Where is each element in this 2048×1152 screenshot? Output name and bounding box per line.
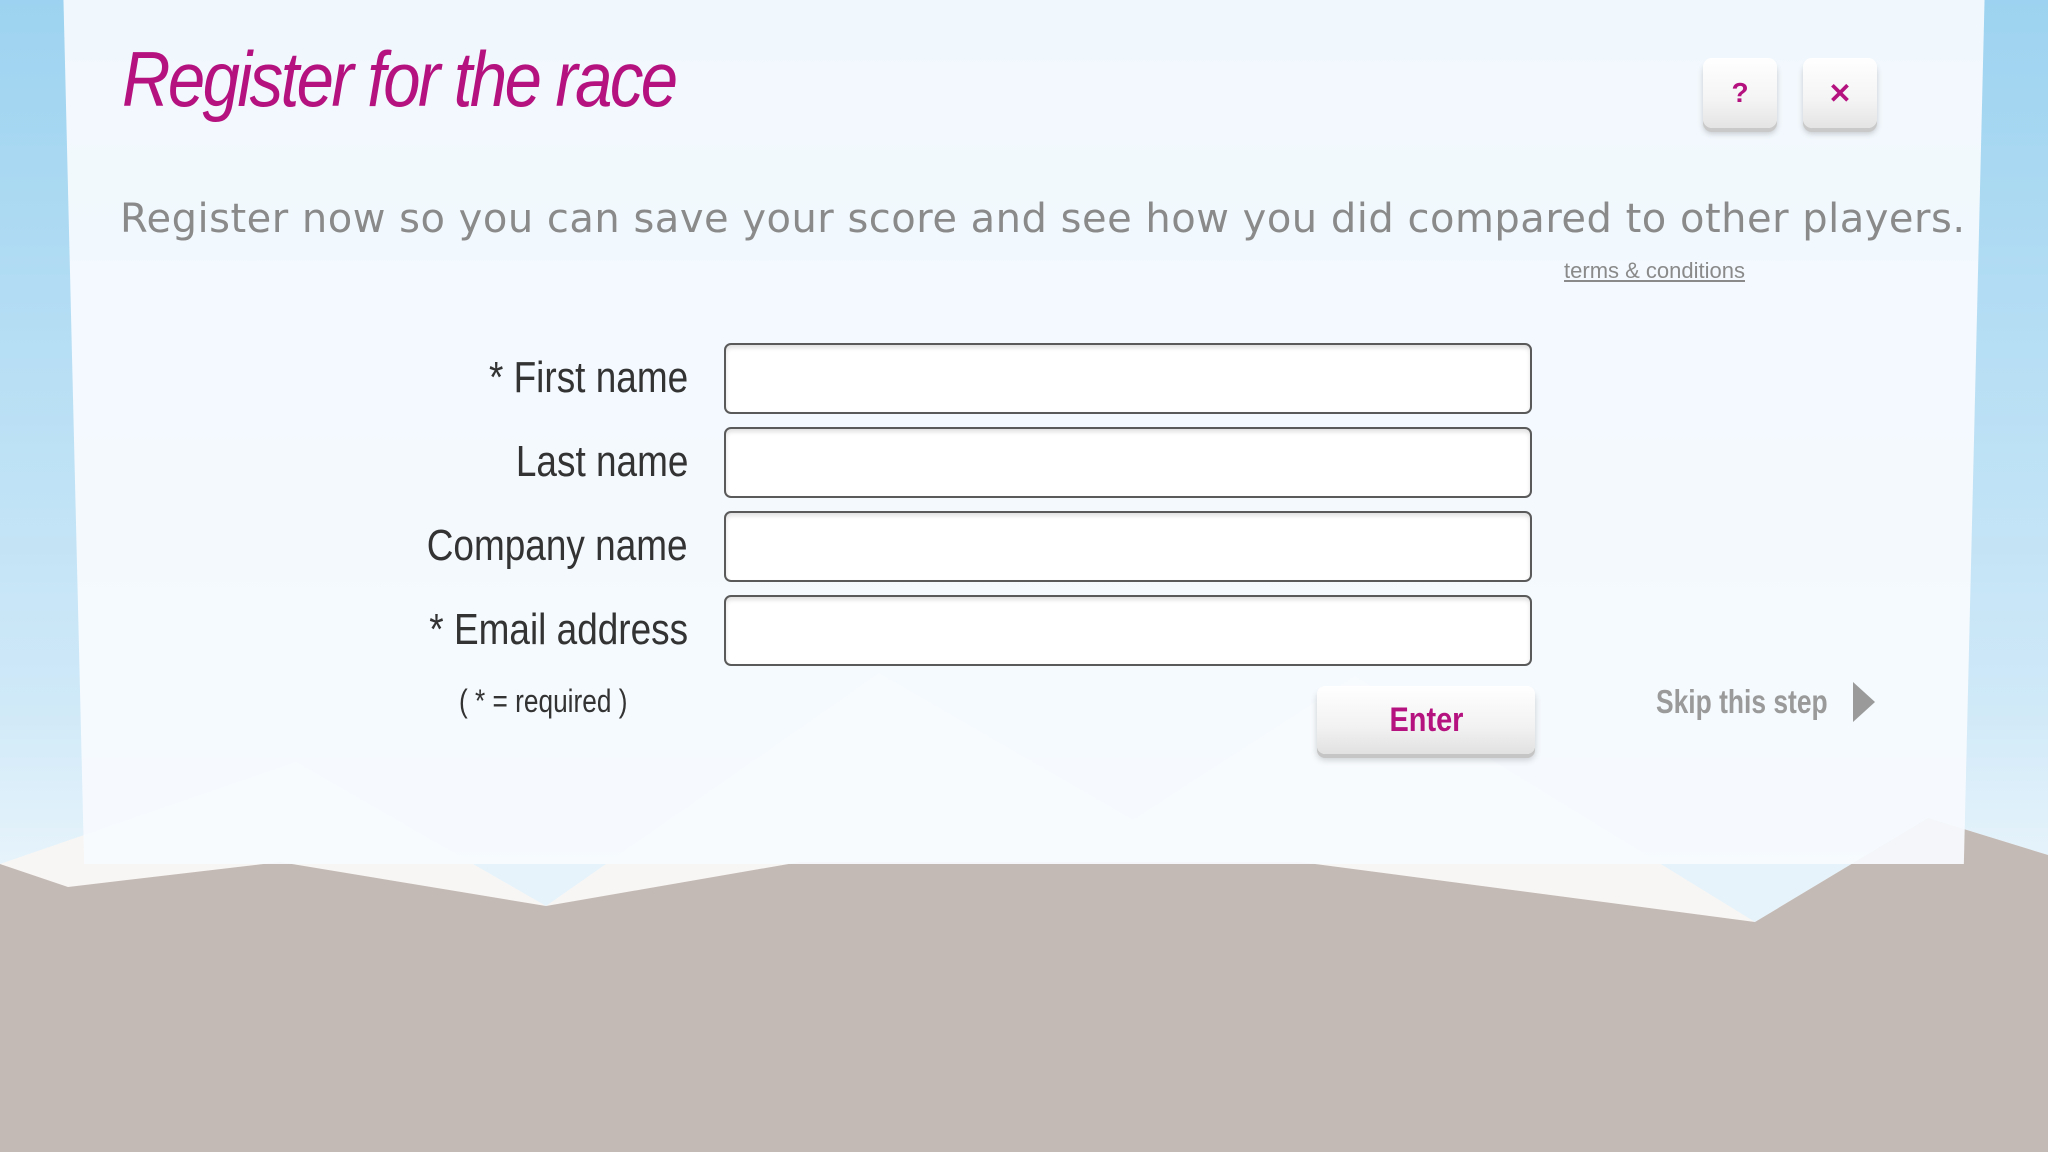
skip-step-label: Skip this step bbox=[1656, 683, 1828, 720]
skip-step-link[interactable]: Skip this step bbox=[1656, 678, 1875, 726]
intro-text: Register now so you can save your score … bbox=[120, 196, 1966, 242]
last-name-label: Last name bbox=[515, 437, 688, 486]
question-mark-icon: ? bbox=[1731, 77, 1749, 108]
email-field[interactable] bbox=[724, 595, 1532, 666]
close-button[interactable]: ✕ bbox=[1803, 58, 1877, 128]
arrow-right-icon bbox=[1852, 682, 1875, 722]
close-icon: ✕ bbox=[1828, 77, 1852, 109]
email-address-label: * Email address bbox=[429, 605, 688, 654]
enter-button[interactable]: Enter bbox=[1317, 686, 1535, 754]
required-note: ( * = required ) bbox=[459, 683, 628, 719]
first-name-label: * First name bbox=[488, 353, 688, 402]
page-title: Register for the race bbox=[122, 35, 678, 123]
company-name-label: Company name bbox=[427, 521, 688, 570]
last-name-field[interactable] bbox=[724, 427, 1532, 498]
first-name-field[interactable] bbox=[724, 343, 1532, 414]
company-name-field[interactable] bbox=[724, 511, 1532, 582]
mountain-range-lower bbox=[0, 818, 2048, 1152]
enter-button-label: Enter bbox=[1389, 700, 1463, 739]
game-screen: Register for the race ? ✕ Register now s… bbox=[0, 0, 2048, 1152]
help-button[interactable]: ? bbox=[1703, 58, 1777, 128]
terms-link[interactable]: terms & conditions bbox=[1500, 258, 1745, 284]
